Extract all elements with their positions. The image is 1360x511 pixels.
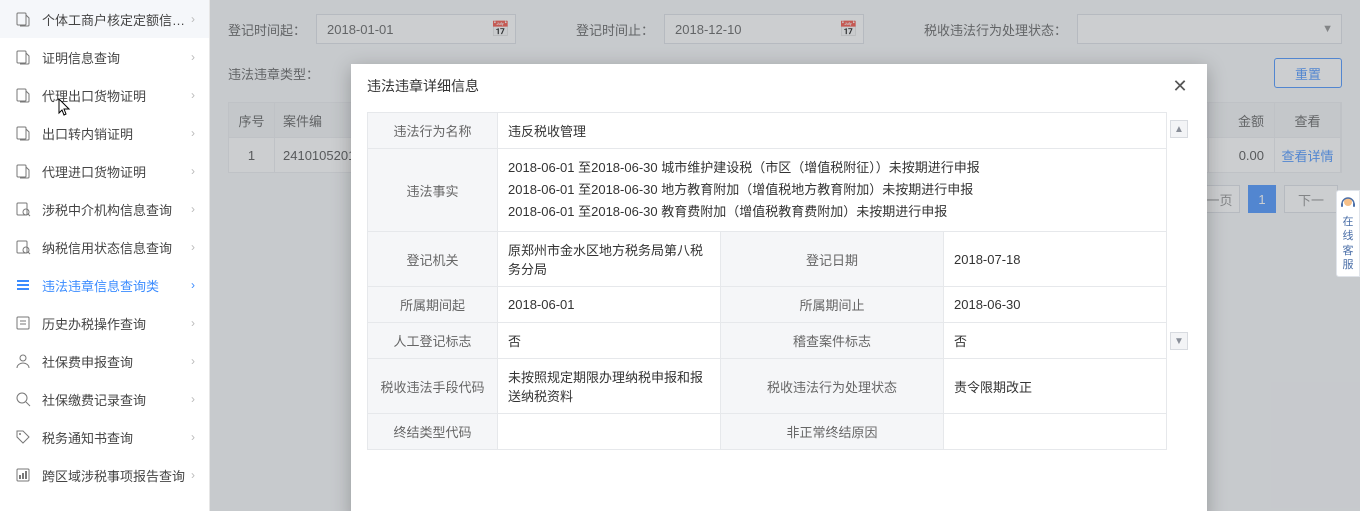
k-pend: 所属期间止 [721,287,944,323]
scroll-down-icon[interactable]: ▼ [1170,332,1188,350]
sidebar-item-6[interactable]: 纳税信用状态信息查询 › [0,228,209,266]
sidebar-item-label: 历史办税操作查询 [42,314,191,333]
sidebar-item-10[interactable]: 社保缴费记录查询 › [0,380,209,418]
sidebar-item-4[interactable]: 代理进口货物证明 › [0,152,209,190]
v-inspect: 否 [944,323,1167,359]
sidebar-item-8[interactable]: 历史办税操作查询 › [0,304,209,342]
chevron-right-icon: › [191,354,195,368]
sidebar-item-11[interactable]: 税务通知书查询 › [0,418,209,456]
fact-line-3: 2018-06-01 至2018-06-30 教育费附加（增值税教育费附加）未按… [508,201,1156,223]
sidebar: 个体工商户核定定额信息查询 › 证明信息查询 › 代理出口货物证明 › 出口转内… [0,0,210,511]
v-endtype [498,414,721,450]
sidebar-item-label: 证明信息查询 [42,48,191,67]
chevron-right-icon: › [191,202,195,216]
chevron-right-icon: › [191,430,195,444]
v-pend: 2018-06-30 [944,287,1167,323]
sidebar-item-label: 出口转内销证明 [42,124,191,143]
sidebar-item-label: 社保费申报查询 [42,352,191,371]
k-date: 登记日期 [721,232,944,287]
sidebar-item-label: 涉税中介机构信息查询 [42,200,191,219]
doc-icon [14,86,32,104]
close-icon[interactable]: ✕ [1169,75,1191,97]
k-status: 税收违法行为处理状态 [721,359,944,414]
detail-table: 违法行为名称 违反税收管理 违法事实 2018-06-01 至2018-06-3… [367,112,1167,450]
k-fact: 违法事实 [368,149,498,232]
sidebar-item-label: 税务通知书查询 [42,428,191,447]
sidebar-item-7[interactable]: 违法违章信息查询类 › [0,266,209,304]
chevron-right-icon: › [191,50,195,64]
k-name: 违法行为名称 [368,113,498,149]
v-manual: 否 [498,323,721,359]
chevron-right-icon: › [191,126,195,140]
history-icon [14,314,32,332]
k-pstart: 所属期间起 [368,287,498,323]
sidebar-item-2[interactable]: 代理出口货物证明 › [0,76,209,114]
v-means: 未按照规定期限办理纳税申报和报送纳税资料 [498,359,721,414]
sidebar-item-9[interactable]: 社保费申报查询 › [0,342,209,380]
fact-line-1: 2018-06-01 至2018-06-30 城市维护建设税（市区（增值税附征）… [508,157,1156,179]
report-icon [14,466,32,484]
detail-modal: 违法违章详细信息 ✕ 违法行为名称 违反税收管理 违法事实 2018-06-01… [351,64,1207,511]
doc-icon [14,124,32,142]
list-icon [14,276,32,294]
v-status: 责令限期改正 [944,359,1167,414]
k-means: 税收违法手段代码 [368,359,498,414]
k-endtype: 终结类型代码 [368,414,498,450]
scroll-up-icon[interactable]: ▲ [1170,120,1188,138]
search-doc-icon [14,238,32,256]
k-inspect: 稽查案件标志 [721,323,944,359]
v-fact: 2018-06-01 至2018-06-30 城市维护建设税（市区（增值税附征）… [498,149,1167,232]
user-icon [14,352,32,370]
sidebar-item-12[interactable]: 跨区域涉税事项报告查询 › [0,456,209,494]
v-endreason [944,414,1167,450]
v-name: 违反税收管理 [498,113,1167,149]
sidebar-item-5[interactable]: 涉税中介机构信息查询 › [0,190,209,228]
sidebar-item-label: 社保缴费记录查询 [42,390,191,409]
k-endreason: 非正常终结原因 [721,414,944,450]
chevron-right-icon: › [191,468,195,482]
sidebar-item-label: 跨区域涉税事项报告查询 [42,466,191,485]
search-icon [14,390,32,408]
k-org: 登记机关 [368,232,498,287]
search-doc-icon [14,200,32,218]
chevron-right-icon: › [191,88,195,102]
online-service-label: 在线客服 [1343,216,1354,271]
sidebar-item-label: 代理出口货物证明 [42,86,191,105]
tag-icon [14,428,32,446]
fact-line-2: 2018-06-01 至2018-06-30 地方教育附加（增值税地方教育附加）… [508,179,1156,201]
chevron-right-icon: › [191,240,195,254]
k-manual: 人工登记标志 [368,323,498,359]
v-pstart: 2018-06-01 [498,287,721,323]
headset-icon [1339,195,1357,213]
v-org: 原郑州市金水区地方税务局第八税务分局 [498,232,721,287]
doc-icon [14,162,32,180]
modal-scrollbar[interactable]: ▲ ▼ [1169,120,1189,350]
chevron-right-icon: › [191,392,195,406]
v-date: 2018-07-18 [944,232,1167,287]
sidebar-item-0[interactable]: 个体工商户核定定额信息查询 › [0,0,209,38]
chevron-right-icon: › [191,316,195,330]
modal-title: 违法违章详细信息 [367,76,1169,96]
sidebar-item-label: 代理进口货物证明 [42,162,191,181]
doc-icon [14,10,32,28]
sidebar-item-label: 违法违章信息查询类 [42,276,191,295]
chevron-right-icon: › [191,12,195,26]
doc-icon [14,48,32,66]
sidebar-item-1[interactable]: 证明信息查询 › [0,38,209,76]
sidebar-item-label: 个体工商户核定定额信息查询 [42,10,191,29]
online-service-button[interactable]: 在线客服 [1336,190,1360,277]
sidebar-item-label: 纳税信用状态信息查询 [42,238,191,257]
chevron-right-icon: › [191,278,195,292]
sidebar-item-3[interactable]: 出口转内销证明 › [0,114,209,152]
chevron-right-icon: › [191,164,195,178]
